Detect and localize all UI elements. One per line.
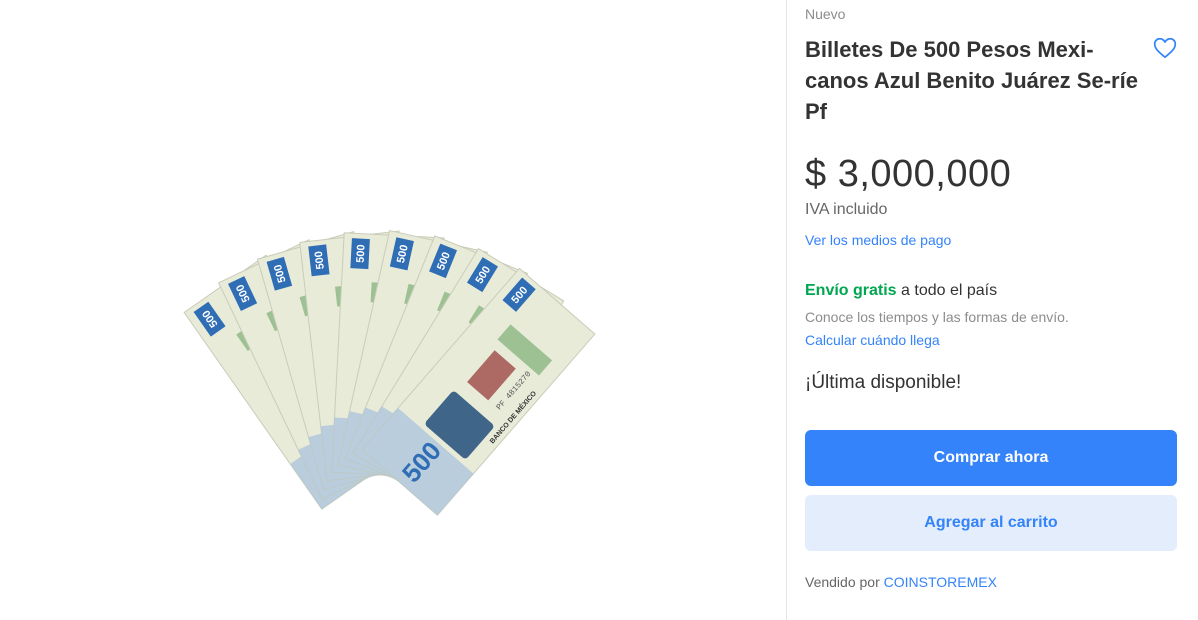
add-to-cart-button[interactable]: Agregar al carrito	[805, 495, 1177, 551]
condition-label: Nuevo	[805, 6, 846, 22]
buy-now-button[interactable]: Comprar ahora	[805, 430, 1177, 486]
stock-status: ¡Última disponible!	[805, 372, 962, 393]
shipping-info: Conoce los tiempos y las formas de envío…	[805, 309, 1069, 325]
product-page: 500PF 4815260500PF 4815261500PF 48152635…	[0, 0, 1198, 620]
product-image-gallery[interactable]: 500PF 4815260500PF 4815261500PF 48152635…	[0, 0, 786, 620]
product-price: $ 3,000,000	[805, 153, 1012, 195]
seller-link[interactable]: COINSTOREMEX	[884, 574, 997, 590]
shipping-label: Envío gratis a todo el país	[805, 282, 997, 300]
payment-methods-link[interactable]: Ver los medios de pago	[805, 232, 951, 248]
product-image[interactable]: 500PF 4815260500PF 4815261500PF 48152635…	[0, 0, 786, 620]
free-shipping-label: Envío gratis	[805, 282, 897, 299]
heart-outline-icon[interactable]	[1152, 35, 1178, 61]
banknote-denomination: 500	[313, 250, 327, 270]
seller-prefix: Vendido por	[805, 574, 884, 590]
seller-info: Vendido por COINSTOREMEX	[805, 574, 997, 590]
product-title: Billetes De 500 Pesos Mexi-canos Azul Be…	[805, 37, 1138, 124]
product-details: Nuevo Billetes De 500 Pesos Mexi-canos A…	[805, 0, 1177, 620]
calculate-delivery-link[interactable]: Calcular cuándo llega	[805, 332, 940, 348]
tax-note: IVA incluido	[805, 201, 888, 218]
shipping-scope-label: a todo el país	[896, 282, 998, 299]
column-divider	[786, 0, 787, 620]
banknote-denomination: 500	[355, 244, 368, 263]
